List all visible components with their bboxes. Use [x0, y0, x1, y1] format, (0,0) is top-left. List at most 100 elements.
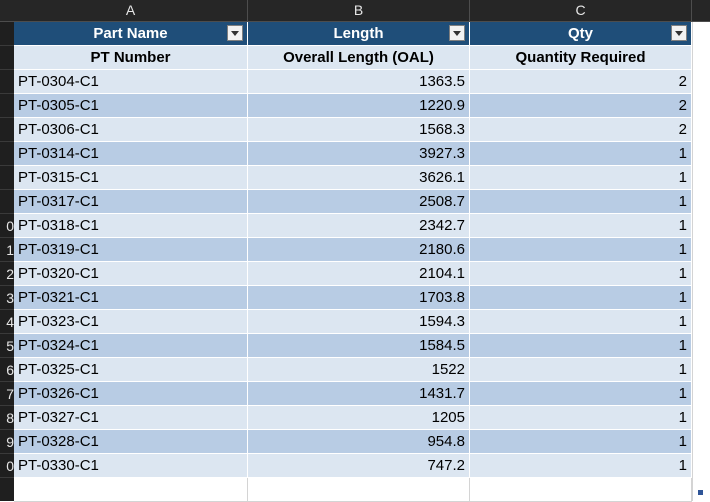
table-row: PT-0319-C1 2180.6 1: [14, 238, 710, 262]
fill-handle[interactable]: [698, 490, 703, 495]
row-number[interactable]: [0, 22, 14, 46]
empty-cell-a[interactable]: [14, 478, 248, 502]
cell-pt-number[interactable]: PT-0314-C1: [14, 142, 248, 166]
cell-pt-number[interactable]: PT-0318-C1: [14, 214, 248, 238]
cell-quantity[interactable]: 1: [470, 262, 692, 286]
subheader-pt-number[interactable]: PT Number: [14, 46, 248, 70]
cell-overall-length[interactable]: 2180.6: [248, 238, 470, 262]
filter-dropdown-a-icon[interactable]: [227, 25, 243, 41]
cell-quantity[interactable]: 2: [470, 70, 692, 94]
cell-overall-length[interactable]: 1220.9: [248, 94, 470, 118]
cell-pt-number[interactable]: PT-0320-C1: [14, 262, 248, 286]
cell-pt-number[interactable]: PT-0324-C1: [14, 334, 248, 358]
cell-pt-number[interactable]: PT-0315-C1: [14, 166, 248, 190]
header-length[interactable]: Length: [248, 22, 470, 46]
table-row: PT-0320-C1 2104.1 1: [14, 262, 710, 286]
cell-pt-number[interactable]: PT-0325-C1: [14, 358, 248, 382]
cell-pt-number[interactable]: PT-0306-C1: [14, 118, 248, 142]
cell-quantity[interactable]: 1: [470, 286, 692, 310]
cell-overall-length[interactable]: 1594.3: [248, 310, 470, 334]
row-number[interactable]: 8: [0, 406, 14, 430]
filter-dropdown-c-icon[interactable]: [671, 25, 687, 41]
header-length-label: Length: [333, 25, 384, 42]
cell-overall-length[interactable]: 3927.3: [248, 142, 470, 166]
cell-quantity[interactable]: 1: [470, 382, 692, 406]
cell-overall-length[interactable]: 1568.3: [248, 118, 470, 142]
table-row: PT-0323-C1 1594.3 1: [14, 310, 710, 334]
row-number[interactable]: 3: [0, 286, 14, 310]
header-qty[interactable]: Qty: [470, 22, 692, 46]
cell-overall-length[interactable]: 2508.7: [248, 190, 470, 214]
cell-overall-length[interactable]: 747.2: [248, 454, 470, 478]
cell-quantity[interactable]: 1: [470, 334, 692, 358]
cell-quantity[interactable]: 1: [470, 454, 692, 478]
row-number[interactable]: [0, 142, 14, 166]
cell-pt-number[interactable]: PT-0327-C1: [14, 406, 248, 430]
cell-quantity[interactable]: 1: [470, 310, 692, 334]
row-number[interactable]: 7: [0, 382, 14, 406]
row-number[interactable]: 6: [0, 358, 14, 382]
row-number[interactable]: [0, 46, 14, 70]
table-row: PT-0321-C1 1703.8 1: [14, 286, 710, 310]
cell-quantity[interactable]: 2: [470, 118, 692, 142]
cell-pt-number[interactable]: PT-0319-C1: [14, 238, 248, 262]
empty-cell-c[interactable]: [470, 478, 692, 502]
table-row-empty: [14, 478, 710, 502]
table-row: PT-0306-C1 1568.3 2: [14, 118, 710, 142]
cell-overall-length[interactable]: 1703.8: [248, 286, 470, 310]
filter-dropdown-b-icon[interactable]: [449, 25, 465, 41]
empty-cell-b[interactable]: [248, 478, 470, 502]
cell-pt-number[interactable]: PT-0330-C1: [14, 454, 248, 478]
row-number[interactable]: 5: [0, 334, 14, 358]
cell-quantity[interactable]: 1: [470, 406, 692, 430]
cell-quantity[interactable]: 1: [470, 142, 692, 166]
row-number[interactable]: [0, 190, 14, 214]
header-part-name[interactable]: Part Name: [14, 22, 248, 46]
column-header-a[interactable]: A: [14, 0, 248, 21]
cell-pt-number[interactable]: PT-0304-C1: [14, 70, 248, 94]
cell-overall-length[interactable]: 2342.7: [248, 214, 470, 238]
cell-overall-length[interactable]: 954.8: [248, 430, 470, 454]
table-row: PT-0326-C1 1431.7 1: [14, 382, 710, 406]
table-row: PT-0318-C1 2342.7 1: [14, 214, 710, 238]
cell-pt-number[interactable]: PT-0326-C1: [14, 382, 248, 406]
cell-quantity[interactable]: 1: [470, 166, 692, 190]
subheader-quantity[interactable]: Quantity Required: [470, 46, 692, 70]
cell-overall-length[interactable]: 1363.5: [248, 70, 470, 94]
cell-quantity[interactable]: 1: [470, 358, 692, 382]
row-number[interactable]: 0: [0, 214, 14, 238]
row-number[interactable]: [0, 94, 14, 118]
subheader-oal[interactable]: Overall Length (OAL): [248, 46, 470, 70]
table-row: PT-0328-C1 954.8 1: [14, 430, 710, 454]
cell-pt-number[interactable]: PT-0328-C1: [14, 430, 248, 454]
cell-overall-length[interactable]: 2104.1: [248, 262, 470, 286]
column-header-c[interactable]: C: [470, 0, 692, 21]
cell-overall-length[interactable]: 1205: [248, 406, 470, 430]
row-number[interactable]: 9: [0, 430, 14, 454]
header-qty-label: Qty: [567, 25, 593, 42]
cell-pt-number[interactable]: PT-0305-C1: [14, 94, 248, 118]
header-part-name-label: Part Name: [93, 25, 168, 42]
cell-pt-number[interactable]: PT-0323-C1: [14, 310, 248, 334]
row-number[interactable]: 1: [0, 238, 14, 262]
cell-quantity[interactable]: 1: [470, 238, 692, 262]
cell-overall-length[interactable]: 3626.1: [248, 166, 470, 190]
row-number[interactable]: [0, 166, 14, 190]
cell-quantity[interactable]: 2: [470, 94, 692, 118]
cell-overall-length[interactable]: 1431.7: [248, 382, 470, 406]
cell-quantity[interactable]: 1: [470, 430, 692, 454]
cell-pt-number[interactable]: PT-0317-C1: [14, 190, 248, 214]
row-number[interactable]: [0, 70, 14, 94]
cell-overall-length[interactable]: 1522: [248, 358, 470, 382]
cell-overall-length[interactable]: 1584.5: [248, 334, 470, 358]
column-header-b[interactable]: B: [248, 0, 470, 21]
cell-quantity[interactable]: 1: [470, 214, 692, 238]
cell-quantity[interactable]: 1: [470, 190, 692, 214]
table-row: PT-0324-C1 1584.5 1: [14, 334, 710, 358]
cell-pt-number[interactable]: PT-0321-C1: [14, 286, 248, 310]
row-number[interactable]: 4: [0, 310, 14, 334]
row-number[interactable]: 2: [0, 262, 14, 286]
row-number[interactable]: 0: [0, 454, 14, 478]
row-number[interactable]: [0, 118, 14, 142]
table-row: PT-0327-C1 1205 1: [14, 406, 710, 430]
